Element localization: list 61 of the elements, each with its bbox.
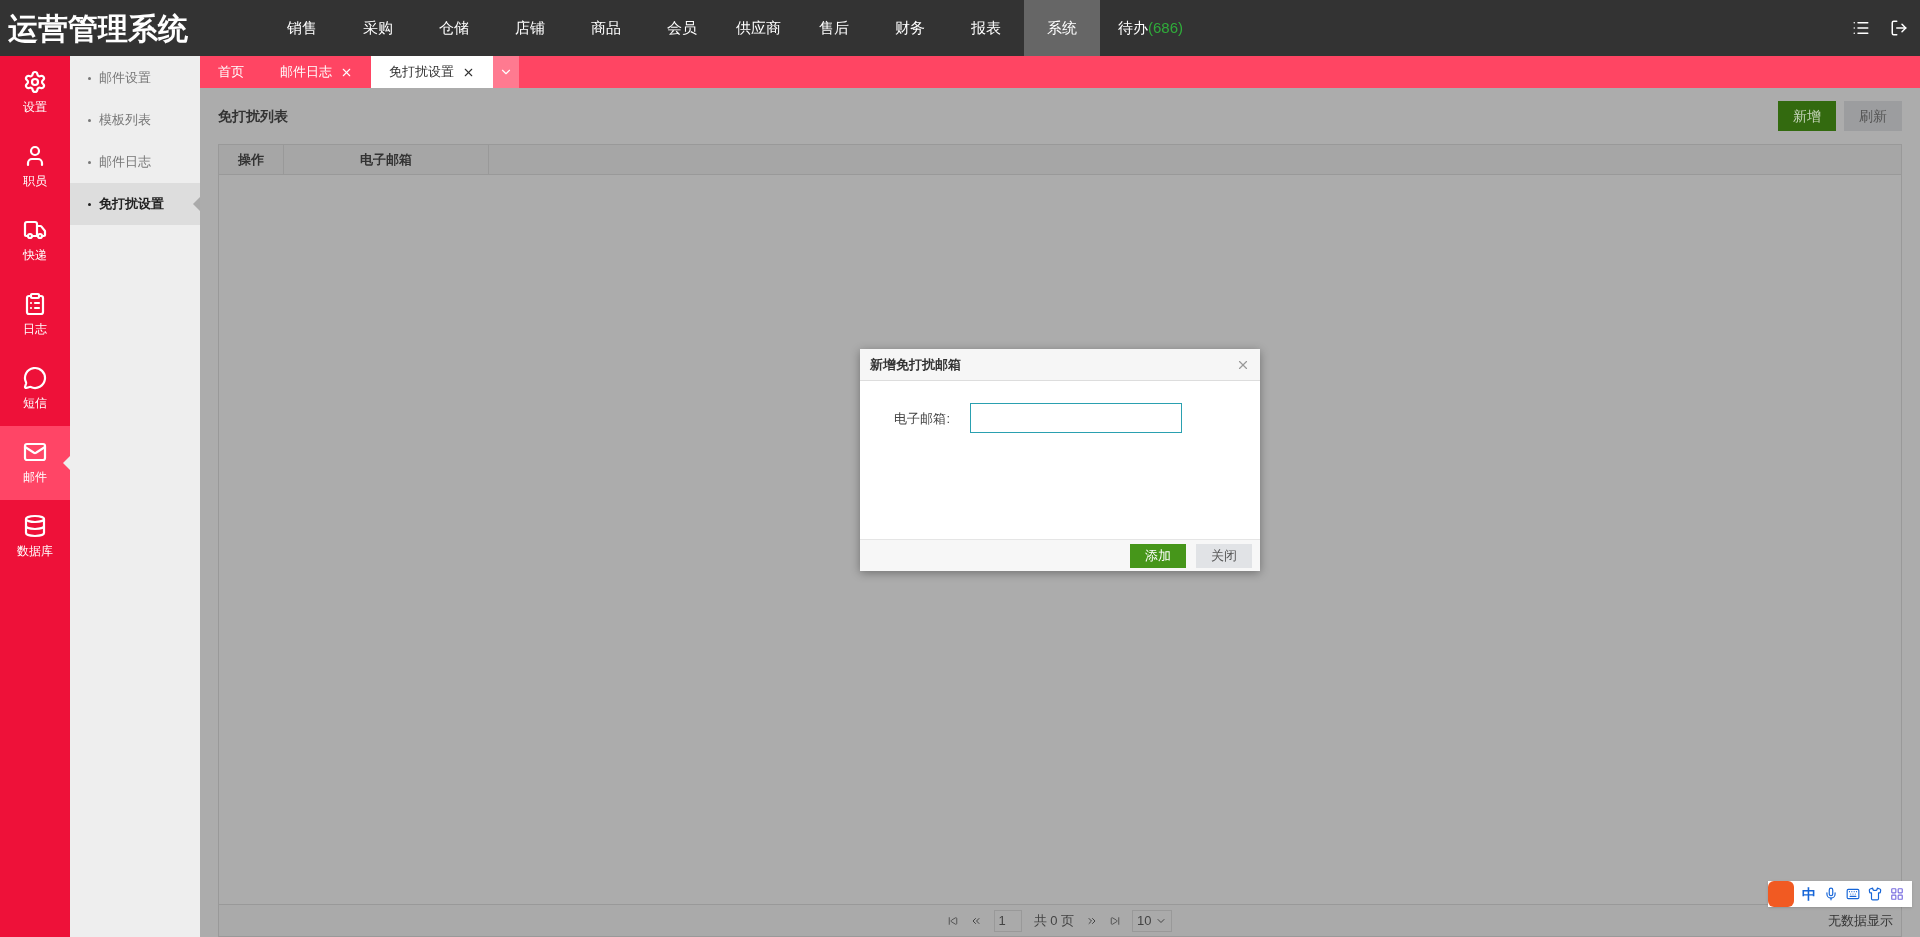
nav-item[interactable]: 店铺 xyxy=(492,0,568,56)
logo-icon[interactable] xyxy=(1768,881,1794,907)
tab[interactable]: 邮件日志 xyxy=(262,56,371,88)
shirt-icon[interactable] xyxy=(1868,887,1882,901)
sidebar-item[interactable]: 邮件 xyxy=(0,426,70,500)
gear-icon xyxy=(23,70,47,94)
nav-item[interactable]: 售后 xyxy=(796,0,872,56)
field-label: 电子邮箱: xyxy=(893,410,951,428)
bullet-icon xyxy=(88,160,91,164)
nav-item[interactable]: 财务 xyxy=(872,0,948,56)
submenu-item[interactable]: 邮件日志 xyxy=(70,141,200,183)
clipboard-icon xyxy=(23,292,47,316)
list-icon[interactable] xyxy=(1852,19,1870,37)
sidebar-item[interactable]: 设置 xyxy=(0,56,70,130)
sidebar-item[interactable]: 数据库 xyxy=(0,500,70,574)
submenu-item[interactable]: 模板列表 xyxy=(70,99,200,141)
truck-icon xyxy=(23,218,47,242)
sidebar-item[interactable]: 快递 xyxy=(0,204,70,278)
grid-icon[interactable] xyxy=(1890,887,1904,901)
nav-item[interactable]: 销售 xyxy=(264,0,340,56)
envelope-icon xyxy=(23,440,47,464)
nav-item[interactable]: 供应商 xyxy=(720,0,796,56)
nav-item[interactable]: 报表 xyxy=(948,0,1024,56)
dialog-title: 新增免打扰邮箱 xyxy=(870,355,961,374)
nav-item[interactable]: 待办(686) xyxy=(1100,0,1202,56)
dialog-button[interactable]: 添加 xyxy=(1130,543,1186,568)
nav-item[interactable]: 仓储 xyxy=(416,0,492,56)
page-input[interactable]: 1 xyxy=(993,909,1022,932)
page-size-select[interactable]: 10 xyxy=(1132,909,1173,932)
tab[interactable]: 首页 xyxy=(200,56,262,88)
first-page-icon[interactable] xyxy=(947,915,958,926)
sidebar-item[interactable]: 职员 xyxy=(0,130,70,204)
sidebar-item[interactable]: 日志 xyxy=(0,278,70,352)
nav-item[interactable]: 会员 xyxy=(644,0,720,56)
microphone-icon[interactable] xyxy=(1824,887,1838,901)
column-header: 操作 xyxy=(219,145,284,174)
nav-item[interactable]: 商品 xyxy=(568,0,644,56)
email-input[interactable] xyxy=(970,403,1182,433)
input-mode[interactable]: 中 xyxy=(1802,883,1816,905)
column-header: 电子邮箱 xyxy=(284,145,489,174)
dialog-button[interactable]: 关闭 xyxy=(1196,543,1252,568)
sidebar-item[interactable]: 短信 xyxy=(0,352,70,426)
bullet-icon xyxy=(88,118,91,122)
logout-icon[interactable] xyxy=(1890,19,1908,37)
empty-text: 无数据显示 xyxy=(1828,911,1893,930)
database-icon xyxy=(23,514,47,538)
app-title: 运营管理系统 xyxy=(7,10,189,47)
page-title: 免打扰列表 xyxy=(218,106,288,126)
submenu-item[interactable]: 免打扰设置 xyxy=(70,183,200,225)
page-total: 共 0 页 xyxy=(1033,911,1074,930)
bullet-icon xyxy=(88,76,91,80)
tab[interactable]: 免打扰设置 xyxy=(371,56,493,88)
last-page-icon[interactable] xyxy=(1110,915,1120,926)
nav-item[interactable]: 系统 xyxy=(1024,0,1100,56)
chat-bubble-icon xyxy=(23,366,47,390)
toolbar-button[interactable]: 新增 xyxy=(1778,101,1836,131)
submenu-item[interactable]: 邮件设置 xyxy=(70,57,200,99)
nav-item[interactable]: 采购 xyxy=(340,0,416,56)
toolbar-button[interactable]: 刷新 xyxy=(1844,101,1902,131)
keyboard-icon[interactable] xyxy=(1846,887,1860,901)
bullet-icon xyxy=(88,202,91,206)
